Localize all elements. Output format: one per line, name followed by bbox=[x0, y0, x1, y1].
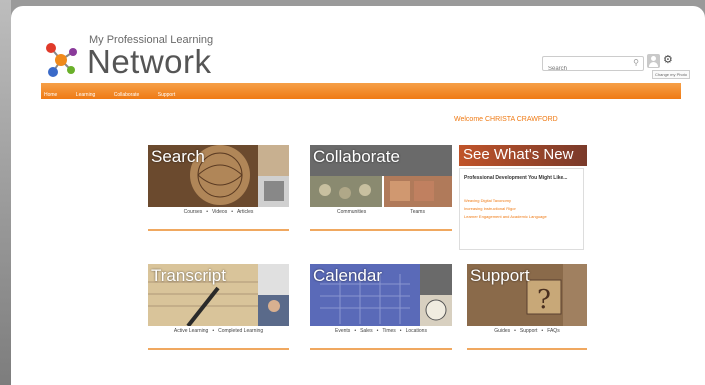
support-tile-title: Support bbox=[470, 266, 530, 285]
search-icon[interactable]: ⚲ bbox=[633, 58, 639, 67]
calendar-tile[interactable]: Calendar Events • Sales • Times • Locations bbox=[310, 264, 452, 350]
calendar-tile-title: Calendar bbox=[313, 266, 382, 285]
link-support[interactable]: Support bbox=[520, 328, 538, 334]
link-videos[interactable]: Videos bbox=[212, 209, 227, 215]
whats-new-item[interactable]: Learner Engagement and Academic Language bbox=[460, 211, 574, 219]
link-locations[interactable]: Locations bbox=[406, 328, 427, 334]
link-completed-learning[interactable]: Completed Learning bbox=[218, 328, 263, 334]
browser-frame: My Professional Learning Network ⚲ ⚙ Cha… bbox=[11, 6, 705, 385]
network-logo-icon bbox=[46, 43, 77, 77]
avatar[interactable] bbox=[647, 54, 660, 68]
link-courses[interactable]: Courses bbox=[184, 209, 203, 215]
gear-icon[interactable]: ⚙ bbox=[663, 53, 673, 66]
tile-underline bbox=[310, 229, 452, 231]
search-tile-links: Courses • Videos • Articles bbox=[183, 209, 254, 215]
avatar-body bbox=[649, 62, 658, 67]
search-tile-title: Search bbox=[151, 147, 205, 166]
link-sales[interactable]: Sales bbox=[360, 328, 373, 334]
search-input[interactable] bbox=[543, 62, 628, 75]
search-box: ⚲ bbox=[542, 56, 644, 75]
main-nav: Home Learning Collaborate Support bbox=[41, 83, 681, 99]
support-tile[interactable]: ? Support Guides • Support • FAQs bbox=[467, 264, 587, 350]
support-tile-links: Guides • Support • FAQs bbox=[494, 328, 560, 334]
search-tile[interactable]: Search Courses • Videos • Articles bbox=[148, 145, 289, 231]
left-frame-edge bbox=[0, 0, 11, 385]
link-communities[interactable]: Communities bbox=[337, 209, 366, 215]
see-whats-new-title: See What's New bbox=[463, 146, 574, 163]
calendar-tile-links: Events • Sales • Times • Locations bbox=[335, 328, 427, 334]
link-events[interactable]: Events bbox=[335, 328, 350, 334]
tile-underline bbox=[148, 348, 289, 350]
link-faqs[interactable]: FAQs bbox=[547, 328, 560, 334]
link-guides[interactable]: Guides bbox=[494, 328, 510, 334]
svg-text:?: ? bbox=[537, 285, 551, 315]
link-times[interactable]: Times bbox=[382, 328, 395, 334]
collaborate-tile-links: Communities Teams bbox=[310, 209, 452, 215]
nav-home[interactable]: Home bbox=[44, 87, 57, 103]
collaborate-tile-title: Collaborate bbox=[313, 147, 400, 166]
link-teams[interactable]: Teams bbox=[410, 209, 425, 215]
tile-underline bbox=[148, 229, 289, 231]
tile-underline bbox=[467, 348, 587, 350]
whats-new-heading: Professional Development You Might Like.… bbox=[464, 175, 568, 181]
nav-collaborate[interactable]: Collaborate bbox=[114, 87, 140, 103]
see-whats-new-header[interactable]: See What's New bbox=[459, 145, 587, 166]
welcome-message: Welcome CHRISTA CRAWFORD bbox=[454, 116, 558, 123]
avatar-head bbox=[651, 56, 656, 61]
logo-title: Network bbox=[87, 43, 212, 80]
collaborate-tile[interactable]: Collaborate Communities Teams bbox=[310, 145, 452, 231]
link-articles[interactable]: Articles bbox=[237, 209, 253, 215]
nav-learning[interactable]: Learning bbox=[76, 87, 95, 103]
whats-new-panel: Professional Development You Might Like.… bbox=[459, 168, 584, 250]
transcript-tile-title: Transcript bbox=[151, 266, 226, 285]
site-logo[interactable]: My Professional Learning Network bbox=[41, 34, 231, 84]
whats-new-item[interactable]: Increasing Instructional Rigor bbox=[460, 203, 574, 211]
avatar-tooltip: Change my Photo bbox=[652, 70, 691, 79]
link-active-learning[interactable]: Active Learning bbox=[174, 328, 208, 334]
nav-support[interactable]: Support bbox=[158, 87, 176, 103]
transcript-tile-links: Active Learning • Completed Learning bbox=[173, 328, 264, 334]
transcript-tile[interactable]: Transcript Active Learning • Completed Lea… bbox=[148, 264, 289, 350]
tile-underline bbox=[310, 348, 452, 350]
whats-new-item[interactable]: Weaving Digital Taxonomy bbox=[460, 195, 574, 203]
